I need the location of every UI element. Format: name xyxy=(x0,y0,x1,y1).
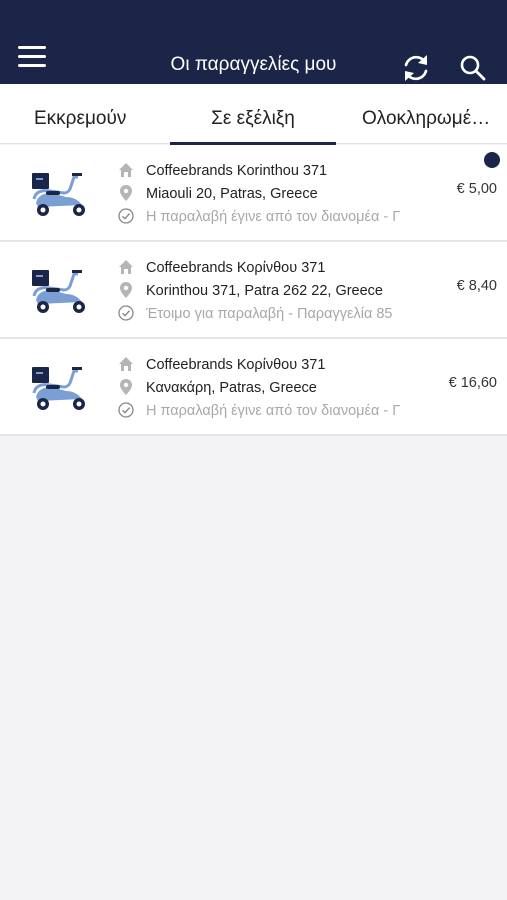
order-store-name: Coffeebrands Korinthou 371 xyxy=(146,163,328,179)
app-header: Οι παραγγελίες μου xyxy=(0,10,507,84)
search-icon[interactable] xyxy=(459,54,487,82)
order-price: € 16,60 xyxy=(448,375,497,391)
order-status-text: Έτοιμο για παραλαβή - Παραγγελία 85 xyxy=(146,306,393,322)
tab-in-progress[interactable]: Σε εξέλιξη xyxy=(170,84,336,144)
tab-completed[interactable]: Ολοκληρωμένες xyxy=(362,84,496,144)
order-status-text: Η παραλαβή έγινε από τον διανομέα - Γ xyxy=(146,209,401,225)
order-status-text: Η παραλαβή έγινε από τον διανομέα - Γ xyxy=(146,403,401,419)
order-delivery-address: Miaouli 20, Patras, Greece xyxy=(146,186,318,202)
order-row[interactable]: Coffeebrands Korinthou 371 Miaouli 20, P… xyxy=(0,145,507,242)
scooter-icon xyxy=(32,270,85,313)
order-row[interactable]: Coffeebrands Κορίνθου 371 Κανακάρη, Patr… xyxy=(0,339,507,436)
location-pin-icon xyxy=(120,282,132,298)
order-price: € 8,40 xyxy=(456,278,497,294)
location-pin-icon xyxy=(120,185,132,201)
store-home-icon xyxy=(119,163,133,177)
status-check-icon xyxy=(118,402,134,418)
order-tabs: Εκκρεμούν Σε εξέλιξη Ολοκληρωμένες xyxy=(0,84,507,144)
store-home-icon xyxy=(119,260,133,274)
location-pin-icon xyxy=(120,379,132,395)
order-store-name: Coffeebrands Κορίνθου 371 xyxy=(146,357,326,373)
scooter-icon xyxy=(32,173,85,216)
order-delivery-address: Korinthou 371, Patra 262 22, Greece xyxy=(146,283,383,299)
order-price: € 5,00 xyxy=(456,181,497,197)
order-delivery-address: Κανακάρη, Patras, Greece xyxy=(146,380,317,396)
unread-indicator-dot xyxy=(484,152,500,168)
order-row[interactable]: Coffeebrands Κορίνθου 371 Korinthou 371,… xyxy=(0,242,507,339)
store-home-icon xyxy=(119,357,133,371)
orders-list: Coffeebrands Korinthou 371 Miaouli 20, P… xyxy=(0,145,507,436)
status-bar xyxy=(0,0,507,10)
status-check-icon xyxy=(118,208,134,224)
scooter-icon xyxy=(32,367,85,410)
status-check-icon xyxy=(118,305,134,321)
order-store-name: Coffeebrands Κορίνθου 371 xyxy=(146,260,326,276)
refresh-icon[interactable] xyxy=(400,52,432,84)
tab-pending[interactable]: Εκκρεμούν xyxy=(34,84,126,144)
